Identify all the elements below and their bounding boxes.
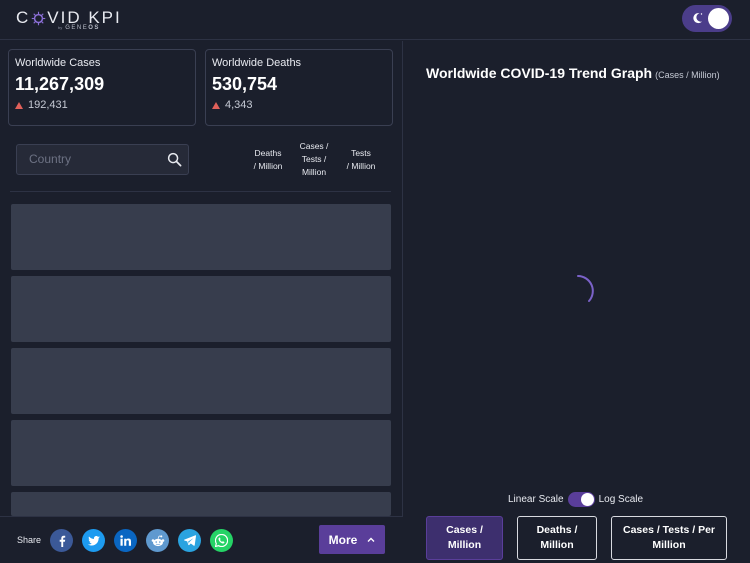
column-header-tests-per-million[interactable]: Tests / Million xyxy=(341,147,381,173)
reddit-icon[interactable] xyxy=(146,529,169,552)
divider xyxy=(10,191,391,192)
stat-value: 530,754 xyxy=(212,74,278,94)
column-header-cases-tests-per-million[interactable]: Cases / Tests / Million xyxy=(294,140,334,179)
graph-title: Worldwide COVID-19 Trend Graph (Cases / M… xyxy=(426,65,720,81)
arrow-up-icon xyxy=(212,101,220,109)
loading-row-placeholder xyxy=(11,276,391,342)
whatsapp-icon[interactable] xyxy=(210,529,233,552)
virus-icon xyxy=(32,11,46,25)
graph-subtitle: (Cases / Million) xyxy=(655,70,720,80)
graph-title-text: Worldwide COVID-19 Trend Graph xyxy=(426,65,653,81)
left-panel: Worldwide Cases 11,267,309 192,431 World… xyxy=(0,41,403,563)
column-header-deaths-per-million[interactable]: Deaths / Million xyxy=(248,147,288,173)
share-footer: Share More xyxy=(0,516,403,563)
worldwide-cases-card: Worldwide Cases 11,267,309 192,431 xyxy=(8,49,196,126)
app-logo[interactable]: C VID KPI by GENEOS xyxy=(16,8,122,31)
stat-label: Worldwide Deaths xyxy=(212,57,302,69)
cases-per-million-button[interactable]: Cases / Million xyxy=(426,516,503,560)
logo-byline: by GENEOS xyxy=(58,25,100,31)
theme-toggle-knob xyxy=(708,8,729,29)
log-scale-label[interactable]: Log Scale xyxy=(599,494,643,505)
stat-delta: 192,431 xyxy=(15,99,189,111)
facebook-icon[interactable] xyxy=(50,529,73,552)
loading-row-placeholder xyxy=(11,492,391,516)
worldwide-deaths-card: Worldwide Deaths 530,754 4,343 xyxy=(205,49,393,126)
stat-value: 11,267,309 xyxy=(15,74,105,94)
search-input[interactable] xyxy=(29,152,159,166)
linear-scale-label[interactable]: Linear Scale xyxy=(508,494,564,505)
cases-tests-per-million-button[interactable]: Cases / Tests / Per Million xyxy=(611,516,727,560)
stat-delta-value: 192,431 xyxy=(28,99,68,111)
arrow-up-icon xyxy=(15,101,23,109)
loading-row-placeholder xyxy=(11,348,391,414)
more-button-label: More xyxy=(328,532,358,547)
telegram-icon[interactable] xyxy=(178,529,201,552)
scale-switch: Linear Scale Log Scale xyxy=(508,492,643,507)
theme-toggle[interactable] xyxy=(682,5,732,32)
scale-toggle-knob xyxy=(580,493,594,506)
top-bar: C VID KPI by GENEOS xyxy=(0,0,750,40)
moon-icon xyxy=(693,13,703,24)
stat-delta-value: 4,343 xyxy=(225,99,253,111)
scale-toggle[interactable] xyxy=(567,492,595,507)
country-search[interactable] xyxy=(16,144,189,175)
more-button[interactable]: More xyxy=(319,525,385,554)
loading-spinner-icon xyxy=(577,275,594,302)
chevron-up-icon xyxy=(367,537,375,542)
trend-graph-panel: Worldwide COVID-19 Trend Graph (Cases / M… xyxy=(404,41,750,563)
logo-text-prefix: C xyxy=(16,8,31,27)
loading-row-placeholder xyxy=(11,420,391,486)
share-label: Share xyxy=(17,535,42,545)
stat-label: Worldwide Cases xyxy=(15,57,101,69)
loading-row-placeholder xyxy=(11,204,391,270)
deaths-per-million-button[interactable]: Deaths / Million xyxy=(517,516,597,560)
stat-delta: 4,343 xyxy=(212,99,386,111)
linkedin-icon[interactable] xyxy=(114,529,137,552)
search-icon[interactable] xyxy=(167,152,182,167)
twitter-icon[interactable] xyxy=(82,529,105,552)
